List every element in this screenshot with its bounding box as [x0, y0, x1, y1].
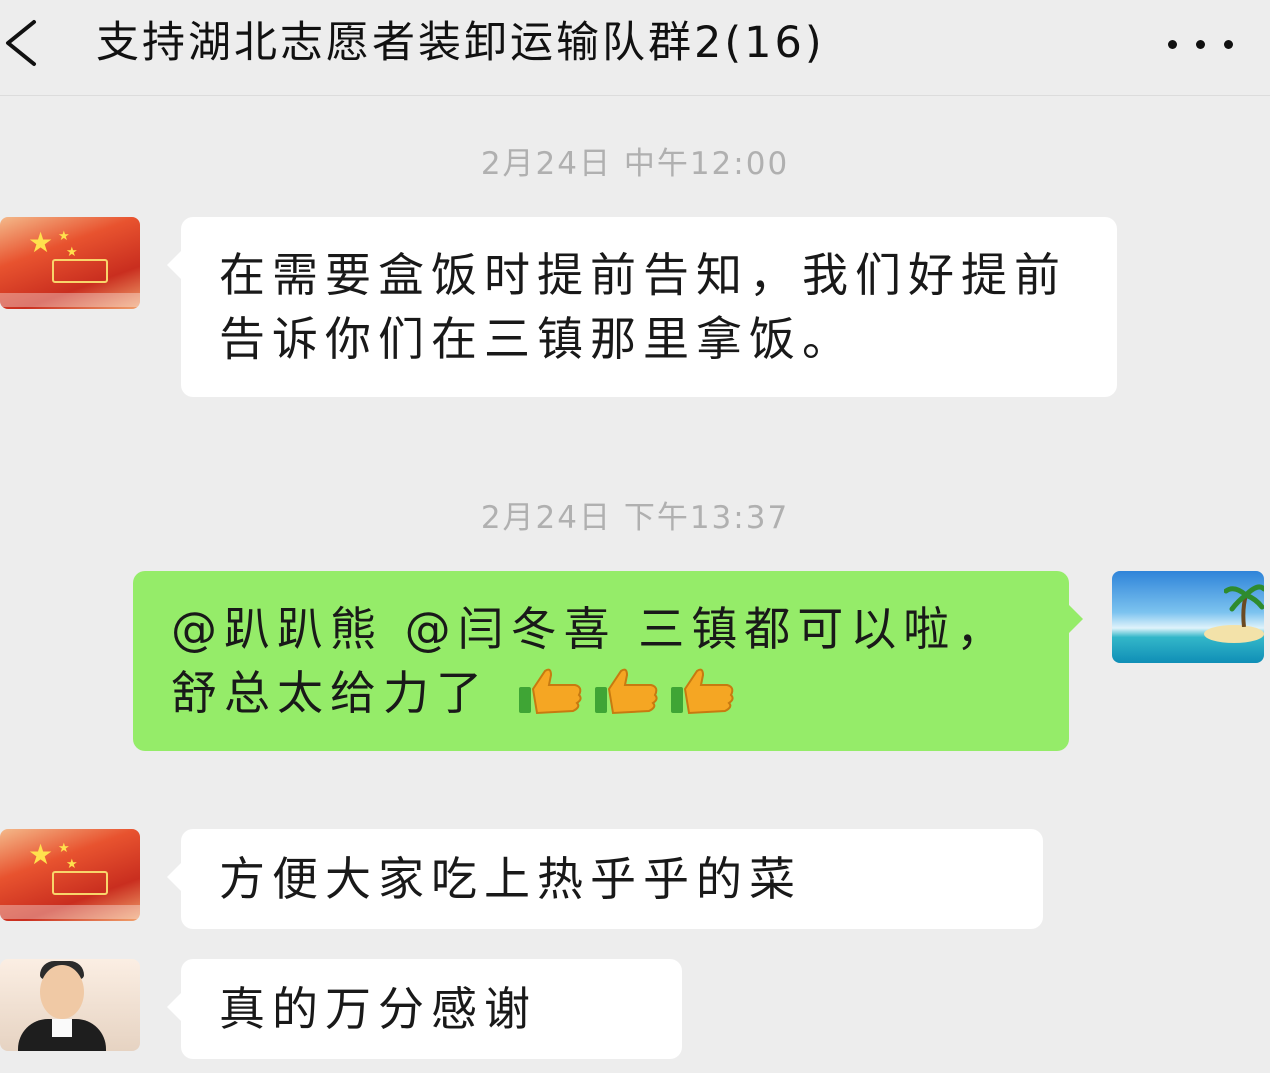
back-button[interactable]: [0, 12, 60, 74]
message-bubble[interactable]: 真的万分感谢: [167, 959, 682, 1059]
palm-tree-icon: [1224, 584, 1264, 627]
message-bubble[interactable]: 方便大家吃上热乎乎的菜: [167, 829, 1043, 929]
person-avatar[interactable]: [0, 959, 140, 1051]
message-text: 方便大家吃上热乎乎的菜: [219, 852, 802, 906]
message-bubble[interactable]: 在需要盒饭时提前告知，我们好提前告诉你们在三镇那里拿饭。: [167, 217, 1117, 397]
chat-title: 支持湖北志愿者装卸运输队群2(16): [96, 18, 825, 68]
more-dots-icon: [1168, 40, 1177, 49]
beach-avatar[interactable]: [1112, 571, 1264, 663]
chevron-left-icon: [6, 20, 36, 66]
thumbs-up-icon: [594, 668, 658, 715]
message-text: 在需要盒饭时提前告知，我们好提前告诉你们在三镇那里拿饭。: [219, 248, 1067, 366]
flag-avatar[interactable]: ★ ★ ★: [0, 829, 140, 921]
message-text: 真的万分感谢: [219, 982, 537, 1036]
more-options-button[interactable]: [1160, 22, 1246, 66]
message-bubble[interactable]: @趴趴熊 @闫冬喜 三镇都可以啦，舒总太给力了: [133, 571, 1083, 751]
flag-avatar[interactable]: ★ ★ ★: [0, 217, 140, 309]
message-text: @趴趴熊 @闫冬喜 三镇都可以啦，舒总太给力了: [171, 602, 1010, 720]
timestamp: 2月24日 下午13:37: [480, 500, 790, 536]
thumbs-up-icon: [518, 668, 582, 715]
chat-header: 支持湖北志愿者装卸运输队群2(16): [0, 0, 1270, 96]
thumbs-up-icon: [670, 668, 734, 715]
timestamp: 2月24日 中午12:00: [480, 146, 790, 182]
